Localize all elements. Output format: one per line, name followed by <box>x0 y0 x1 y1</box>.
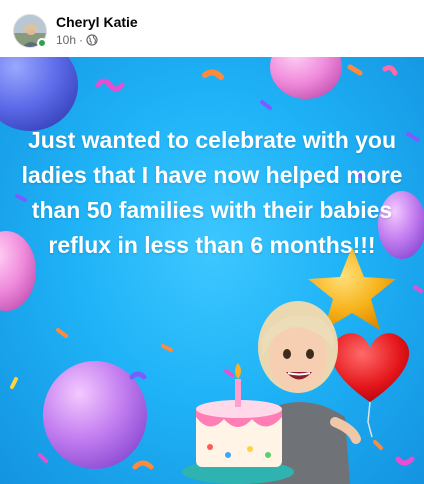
globe-icon[interactable] <box>86 34 98 46</box>
avatar-container[interactable] <box>13 14 49 50</box>
author-name[interactable]: Cheryl Katie <box>56 14 138 30</box>
post-header: Cheryl Katie 10h · <box>0 0 424 55</box>
post-card: Cheryl Katie 10h · Just wanted to celebr… <box>0 0 424 484</box>
heart-balloon <box>330 333 410 402</box>
meta-separator: · <box>79 33 84 47</box>
balloon-blue <box>0 57 78 131</box>
balloon-pink-top <box>270 57 342 99</box>
online-status-dot <box>37 38 47 48</box>
celebration-background <box>0 57 424 484</box>
post-timestamp[interactable]: 10h <box>56 33 76 47</box>
post-text: Just wanted to celebrate with you ladies… <box>21 127 403 258</box>
post-background: Just wanted to celebrate with you ladies… <box>0 57 424 484</box>
post-meta: 10h · <box>56 33 98 47</box>
